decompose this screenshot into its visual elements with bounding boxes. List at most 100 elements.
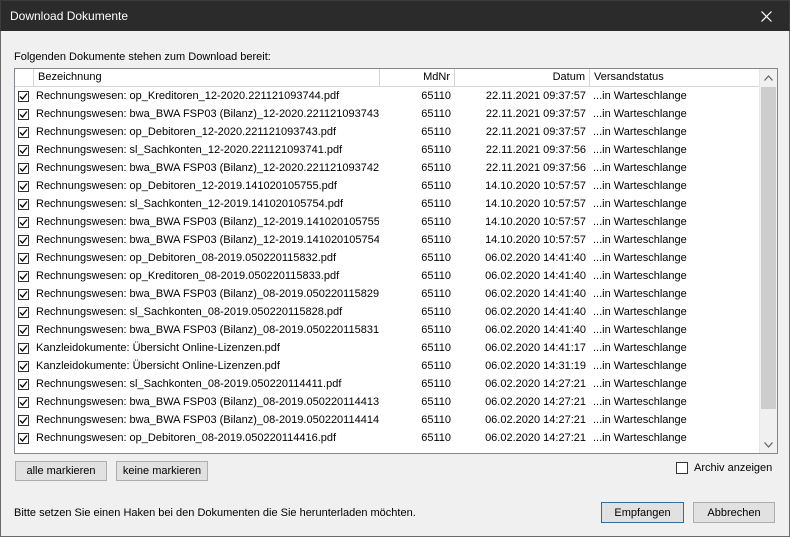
row-bezeichnung: Kanzleidokumente: Übersicht Online-Lizen… <box>36 360 280 372</box>
row-checkbox[interactable] <box>17 285 33 303</box>
row-checkbox[interactable] <box>17 177 33 195</box>
scroll-down-button[interactable] <box>760 436 777 453</box>
table-row[interactable]: Rechnungswesen: sl_Sachkonten_08-2019.05… <box>15 303 760 321</box>
table-row[interactable]: Rechnungswesen: bwa_BWA FSP03 (Bilanz)_0… <box>15 285 760 303</box>
row-mdnr: 65110 <box>421 324 451 336</box>
row-datum: 06.02.2020 14:31:19 <box>485 360 586 372</box>
header-versandstatus[interactable]: Versandstatus <box>590 69 760 86</box>
row-checkbox[interactable] <box>17 303 33 321</box>
row-mdnr: 65110 <box>421 90 451 102</box>
table-row[interactable]: Rechnungswesen: bwa_BWA FSP03 (Bilanz)_0… <box>15 393 760 411</box>
checkmark-icon <box>19 381 28 388</box>
row-checkbox[interactable] <box>17 249 33 267</box>
row-versandstatus: ...in Warteschlange <box>593 144 687 156</box>
row-checkbox[interactable] <box>17 87 33 105</box>
row-checkbox[interactable] <box>17 231 33 249</box>
table-row[interactable]: Rechnungswesen: bwa_BWA FSP03 (Bilanz)_1… <box>15 105 760 123</box>
table-row[interactable]: Rechnungswesen: op_Debitoren_12-2019.141… <box>15 177 760 195</box>
table-row[interactable]: Rechnungswesen: op_Debitoren_08-2019.050… <box>15 249 760 267</box>
table-row[interactable]: Kanzleidokumente: Übersicht Online-Lizen… <box>15 357 760 375</box>
table-row[interactable]: Rechnungswesen: bwa_BWA FSP03 (Bilanz)_1… <box>15 231 760 249</box>
row-versandstatus: ...in Warteschlange <box>593 270 687 282</box>
row-bezeichnung: Rechnungswesen: op_Debitoren_12-2019.141… <box>36 180 337 192</box>
table-row[interactable]: Rechnungswesen: op_Kreditoren_12-2020.22… <box>15 87 760 105</box>
row-mdnr: 65110 <box>421 144 451 156</box>
header-bezeichnung[interactable]: Bezeichnung <box>34 69 380 86</box>
row-datum: 06.02.2020 14:41:40 <box>485 252 586 264</box>
row-checkbox[interactable] <box>17 321 33 339</box>
row-datum: 06.02.2020 14:41:40 <box>485 288 586 300</box>
row-mdnr: 65110 <box>421 108 451 120</box>
select-none-button[interactable]: keine markieren <box>116 461 208 481</box>
cancel-button[interactable]: Abbrechen <box>693 502 775 523</box>
archive-checkbox[interactable] <box>676 461 688 476</box>
table-row[interactable]: Rechnungswesen: sl_Sachkonten_08-2019.05… <box>15 375 760 393</box>
row-mdnr: 65110 <box>421 270 451 282</box>
row-datum: 22.11.2021 09:37:57 <box>485 90 586 102</box>
row-mdnr: 65110 <box>421 360 451 372</box>
row-mdnr: 65110 <box>421 198 451 210</box>
row-bezeichnung: Rechnungswesen: op_Debitoren_08-2019.050… <box>36 252 337 264</box>
row-bezeichnung: Rechnungswesen: bwa_BWA FSP03 (Bilanz)_0… <box>36 396 379 408</box>
table-row[interactable]: Rechnungswesen: bwa_BWA FSP03 (Bilanz)_1… <box>15 159 760 177</box>
row-datum: 14.10.2020 10:57:57 <box>485 198 586 210</box>
scroll-up-button[interactable] <box>760 69 777 86</box>
row-bezeichnung: Rechnungswesen: sl_Sachkonten_08-2019.05… <box>36 378 342 390</box>
row-checkbox[interactable] <box>17 267 33 285</box>
checkmark-icon <box>19 165 28 172</box>
row-checkbox[interactable] <box>17 141 33 159</box>
row-checkbox[interactable] <box>17 411 33 429</box>
vertical-scrollbar[interactable] <box>759 69 777 453</box>
table-row[interactable]: Rechnungswesen: bwa_BWA FSP03 (Bilanz)_1… <box>15 213 760 231</box>
table-row[interactable]: Kanzleidokumente: Übersicht Online-Lizen… <box>15 339 760 357</box>
table-row[interactable]: Rechnungswesen: sl_Sachkonten_12-2020.22… <box>15 141 760 159</box>
row-bezeichnung: Rechnungswesen: sl_Sachkonten_12-2020.22… <box>36 144 343 156</box>
close-button[interactable] <box>743 1 789 31</box>
receive-button[interactable]: Empfangen <box>601 502 684 523</box>
select-all-button[interactable]: alle markieren <box>15 461 107 481</box>
row-bezeichnung: Rechnungswesen: op_Debitoren_08-2019.050… <box>36 432 337 444</box>
row-versandstatus: ...in Warteschlange <box>593 414 687 426</box>
row-bezeichnung: Rechnungswesen: op_Kreditoren_12-2020.22… <box>36 90 340 102</box>
archive-label: Archiv anzeigen <box>694 462 773 474</box>
title-bar: Download Dokumente <box>0 0 790 31</box>
row-checkbox[interactable] <box>17 339 33 357</box>
row-datum: 14.10.2020 10:57:57 <box>485 234 586 246</box>
row-bezeichnung: Rechnungswesen: bwa_BWA FSP03 (Bilanz)_1… <box>36 216 379 228</box>
row-versandstatus: ...in Warteschlange <box>593 378 687 390</box>
row-datum: 06.02.2020 14:27:21 <box>485 396 586 408</box>
row-bezeichnung: Rechnungswesen: bwa_BWA FSP03 (Bilanz)_0… <box>36 414 379 426</box>
table-row[interactable]: Rechnungswesen: op_Debitoren_12-2020.221… <box>15 123 760 141</box>
row-datum: 06.02.2020 14:41:40 <box>485 270 586 282</box>
row-mdnr: 65110 <box>421 126 451 138</box>
scroll-thumb[interactable] <box>761 87 776 409</box>
row-versandstatus: ...in Warteschlange <box>593 396 687 408</box>
row-datum: 06.02.2020 14:41:40 <box>485 306 586 318</box>
row-checkbox[interactable] <box>17 213 33 231</box>
row-checkbox[interactable] <box>17 357 33 375</box>
table-row[interactable]: Rechnungswesen: op_Debitoren_08-2019.050… <box>15 429 760 447</box>
row-mdnr: 65110 <box>421 234 451 246</box>
row-mdnr: 65110 <box>421 414 451 426</box>
table-row[interactable]: Rechnungswesen: bwa_BWA FSP03 (Bilanz)_0… <box>15 321 760 339</box>
row-checkbox[interactable] <box>17 195 33 213</box>
row-checkbox[interactable] <box>17 123 33 141</box>
row-checkbox[interactable] <box>17 393 33 411</box>
row-checkbox[interactable] <box>17 429 33 447</box>
row-checkbox[interactable] <box>17 105 33 123</box>
header-check-column[interactable] <box>15 69 34 86</box>
header-mdnr[interactable]: MdNr <box>380 69 455 86</box>
row-checkbox[interactable] <box>17 159 33 177</box>
header-datum[interactable]: Datum <box>455 69 590 86</box>
checkmark-icon <box>19 183 28 190</box>
row-datum: 14.10.2020 10:57:57 <box>485 216 586 228</box>
table-row[interactable]: Rechnungswesen: sl_Sachkonten_12-2019.14… <box>15 195 760 213</box>
checkmark-icon <box>19 417 28 424</box>
row-mdnr: 65110 <box>421 342 451 354</box>
row-checkbox[interactable] <box>17 375 33 393</box>
table-row[interactable]: Rechnungswesen: bwa_BWA FSP03 (Bilanz)_0… <box>15 411 760 429</box>
table-row[interactable]: Rechnungswesen: op_Kreditoren_08-2019.05… <box>15 267 760 285</box>
row-versandstatus: ...in Warteschlange <box>593 234 687 246</box>
checkmark-icon <box>19 273 28 280</box>
row-bezeichnung: Kanzleidokumente: Übersicht Online-Lizen… <box>36 342 280 354</box>
